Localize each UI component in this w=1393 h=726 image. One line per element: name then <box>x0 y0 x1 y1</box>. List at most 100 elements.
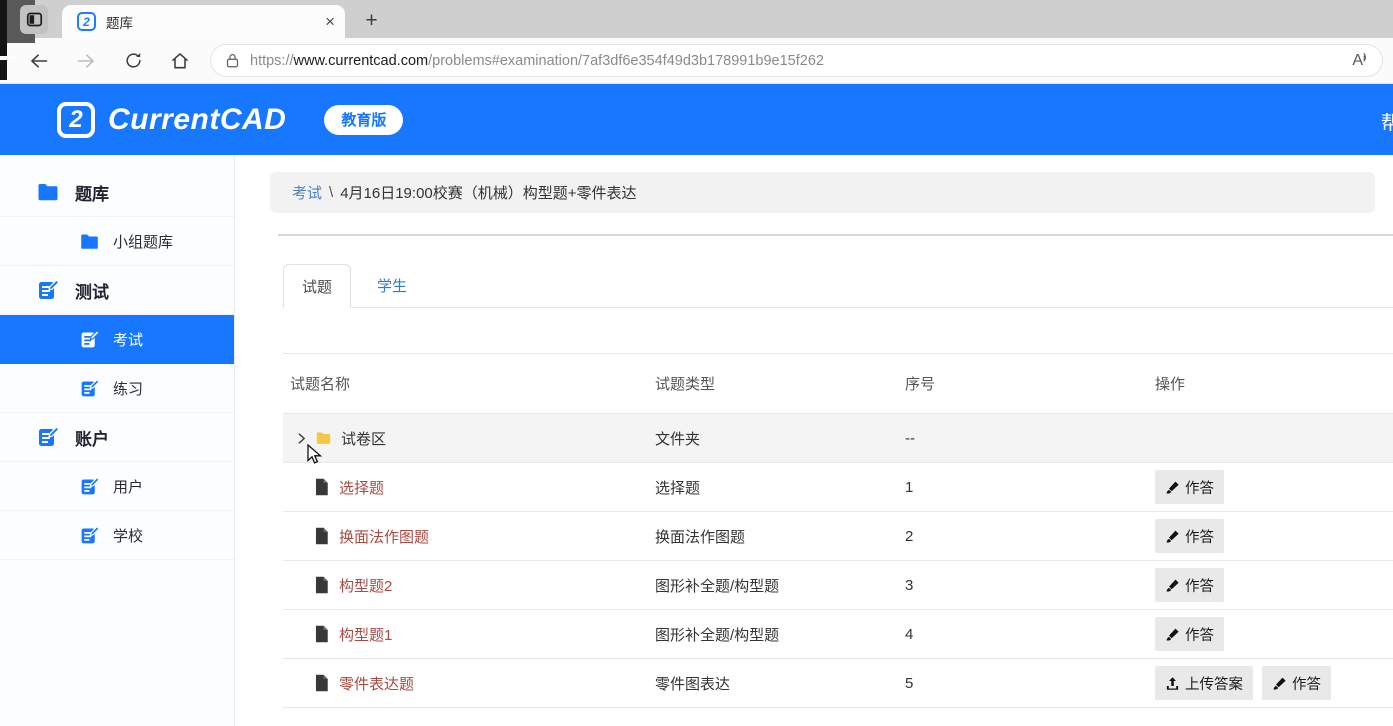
help-link[interactable]: 帮 <box>1381 108 1393 135</box>
folder-icon <box>315 429 332 447</box>
address-bar[interactable]: https://www.currentcad.com/problems#exam… <box>210 44 1383 77</box>
table-row[interactable]: 换面法作图题 换面法作图题 2 作答 <box>283 512 1393 561</box>
action-button-label: 作答 <box>1185 624 1214 645</box>
sidebar-item-用户[interactable]: 用户 <box>0 462 234 511</box>
column-header-index: 序号 <box>905 373 1155 394</box>
question-link[interactable]: 零件表达题 <box>339 673 414 694</box>
table-header: 试题名称 试题类型 序号 操作 <box>283 354 1393 414</box>
answer-button[interactable]: 作答 <box>1155 470 1224 504</box>
brush-icon <box>1165 627 1180 642</box>
column-header-action: 操作 <box>1155 373 1393 394</box>
tab-close-button[interactable]: × <box>325 13 335 30</box>
cell-name: 选择题 <box>283 477 655 498</box>
sidebar-item-label: 账户 <box>75 425 109 450</box>
brand-name: CurrentCAD <box>108 103 286 137</box>
sidebar-item-label: 题库 <box>75 180 109 205</box>
breadcrumb: 考试 \ 4月16日19:00校赛（机械）构型题+零件表达 <box>270 172 1375 213</box>
action-button-label: 作答 <box>1185 477 1214 498</box>
doc-edit-icon <box>79 329 100 350</box>
breadcrumb-separator: \ <box>329 184 333 201</box>
action-button-label: 作答 <box>1292 673 1321 694</box>
sidebar-item-label: 学校 <box>113 525 143 546</box>
cell-name: 构型题1 <box>283 624 655 645</box>
file-icon <box>313 527 330 545</box>
file-icon <box>313 674 330 692</box>
question-link[interactable]: 换面法作图题 <box>339 526 429 547</box>
tab-students[interactable]: 学生 <box>351 263 433 307</box>
sidebar-item-小组题库[interactable]: 小组题库 <box>0 217 234 266</box>
action-button-label: 上传答案 <box>1185 673 1243 694</box>
cell-index: 4 <box>905 626 1155 643</box>
home-icon <box>170 51 190 71</box>
tab-workspaces-button[interactable] <box>20 5 48 34</box>
read-aloud-button[interactable]: A <box>1352 52 1370 70</box>
forward-button[interactable] <box>69 44 103 78</box>
refresh-icon <box>124 51 143 70</box>
edition-badge[interactable]: 教育版 <box>324 105 403 135</box>
sidebar-item-练习[interactable]: 练习 <box>0 364 234 413</box>
sidebar-item-label: 小组题库 <box>113 231 173 252</box>
brush-icon <box>1165 578 1180 593</box>
answer-button[interactable]: 作答 <box>1262 666 1331 700</box>
cell-name: 试卷区 <box>283 428 655 449</box>
breadcrumb-root-link[interactable]: 考试 <box>292 182 322 203</box>
question-link[interactable]: 构型题2 <box>339 575 392 596</box>
table-row[interactable]: 选择题 选择题 1 作答 <box>283 463 1393 512</box>
forward-icon <box>76 51 96 71</box>
table-row[interactable]: 试卷区 文件夹 -- <box>283 414 1393 463</box>
main-content: 考试 \ 4月16日19:00校赛（机械）构型题+零件表达 试题 学生 试题名称… <box>235 155 1393 726</box>
sidebar-item-考试[interactable]: 考试 <box>0 315 234 364</box>
questions-table: 试题名称 试题类型 序号 操作 试卷区 文件夹 -- 选择题 选择题 1 作答 … <box>283 353 1393 708</box>
cell-type: 图形补全题/构型题 <box>655 624 905 645</box>
back-button[interactable] <box>22 44 56 78</box>
cell-type: 零件图表达 <box>655 673 905 694</box>
file-icon <box>313 576 330 594</box>
new-tab-button[interactable]: + <box>358 8 385 33</box>
file-icon <box>313 478 330 496</box>
question-link[interactable]: 选择题 <box>339 477 384 498</box>
sidebar-item-测试[interactable]: 测试 <box>0 266 234 315</box>
cell-name: 换面法作图题 <box>283 526 655 547</box>
doc-edit-icon <box>36 425 60 449</box>
cell-type: 图形补全题/构型题 <box>655 575 905 596</box>
tab-questions[interactable]: 试题 <box>283 264 351 308</box>
breadcrumb-current: 4月16日19:00校赛（机械）构型题+零件表达 <box>340 182 636 203</box>
table-row[interactable]: 构型题2 图形补全题/构型题 3 作答 <box>283 561 1393 610</box>
sidebar: 题库 小组题库 测试 考试 练习 账户 用户 <box>0 155 235 726</box>
cell-actions: 作答 <box>1155 568 1393 602</box>
answer-button[interactable]: 作答 <box>1155 568 1224 602</box>
brush-icon <box>1165 529 1180 544</box>
answer-button[interactable]: 作答 <box>1155 519 1224 553</box>
sidebar-item-学校[interactable]: 学校 <box>0 511 234 560</box>
cell-actions: 上传答案 作答 <box>1155 666 1393 700</box>
doc-edit-icon <box>79 476 100 497</box>
browser-tab[interactable]: 2 题库 × <box>62 5 345 38</box>
tab-title: 题库 <box>106 12 325 32</box>
doc-edit-icon <box>79 378 100 399</box>
back-icon <box>29 51 49 71</box>
sidebar-item-label: 考试 <box>113 329 143 350</box>
chevron-right-icon[interactable] <box>295 432 308 445</box>
currentcad-logo-icon: 2 <box>57 102 95 138</box>
url-text: https://www.currentcad.com/problems#exam… <box>250 53 824 69</box>
cell-name: 零件表达题 <box>283 673 655 694</box>
table-row[interactable]: 构型题1 图形补全题/构型题 4 作答 <box>283 610 1393 659</box>
cell-index: -- <box>905 430 1155 447</box>
cell-actions: 作答 <box>1155 470 1393 504</box>
sidebar-item-账户[interactable]: 账户 <box>0 413 234 462</box>
sidebar-item-题库[interactable]: 题库 <box>0 168 234 217</box>
brush-icon <box>1165 480 1180 495</box>
window-edge <box>0 0 7 80</box>
cell-type: 选择题 <box>655 477 905 498</box>
content-tabs: 试题 学生 <box>283 263 1393 308</box>
upload-answer-button[interactable]: 上传答案 <box>1155 666 1253 700</box>
file-icon <box>313 625 330 643</box>
browser-window: 2 题库 × + https://www.currentcad.com/prob… <box>0 0 1393 726</box>
home-button[interactable] <box>163 44 197 78</box>
folder-name[interactable]: 试卷区 <box>341 428 386 449</box>
table-row[interactable]: 零件表达题 零件图表达 5 上传答案 作答 <box>283 659 1393 708</box>
answer-button[interactable]: 作答 <box>1155 617 1224 651</box>
question-link[interactable]: 构型题1 <box>339 624 392 645</box>
refresh-button[interactable] <box>116 44 150 78</box>
sidebar-item-label: 用户 <box>113 476 143 497</box>
